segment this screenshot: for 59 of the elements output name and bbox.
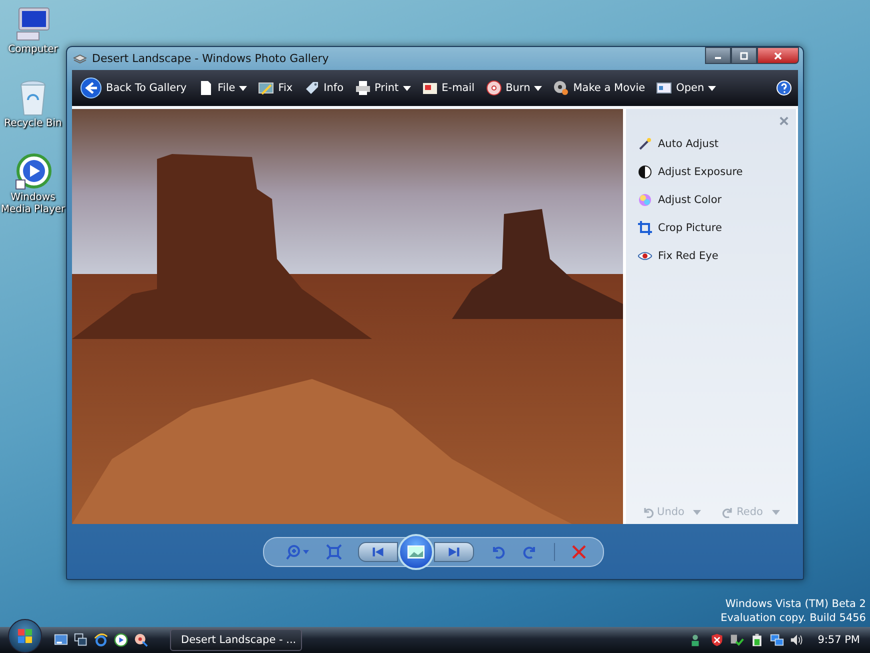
toolbar-button[interactable]: Open <box>652 78 720 98</box>
fix-option[interactable]: Crop Picture <box>636 217 796 239</box>
help-icon[interactable] <box>776 80 792 96</box>
maximize-icon <box>739 52 749 60</box>
fix-option[interactable]: Adjust Color <box>636 189 796 211</box>
toolbar-button[interactable]: Fix <box>254 78 297 98</box>
window-icon <box>656 80 672 96</box>
battery-icon[interactable] <box>750 633 764 647</box>
desktop-icon[interactable] <box>54 633 68 647</box>
toolbar-button[interactable]: Burn <box>482 78 546 98</box>
fix-option[interactable]: Adjust Exposure <box>636 161 796 183</box>
caret-icon <box>772 510 780 514</box>
start-button[interactable] <box>8 619 42 653</box>
next-icon <box>447 544 461 558</box>
fix-option[interactable]: Fix Red Eye <box>636 245 796 267</box>
toolbar-button[interactable]: Make a Movie <box>549 78 650 98</box>
undo-icon <box>642 506 654 518</box>
toolbar-button[interactable]: E-mail <box>418 78 479 98</box>
envelope-icon <box>422 80 438 96</box>
toolbar-button[interactable]: File <box>194 78 252 98</box>
toolbar-button[interactable]: Back To Gallery <box>76 75 191 101</box>
caret-icon <box>693 510 702 514</box>
toolbar-button[interactable]: Info <box>300 78 348 98</box>
media-player-icon[interactable] <box>13 152 53 192</box>
volume-icon[interactable] <box>790 633 804 647</box>
windows-flag-icon <box>15 626 35 646</box>
close-icon <box>778 115 790 127</box>
fix-option[interactable]: Auto Adjust <box>636 133 796 155</box>
taskbar-button[interactable]: Desert Landscape - ... <box>170 629 302 651</box>
close-icon <box>773 52 783 60</box>
tag-icon <box>304 80 320 96</box>
half-circle-icon <box>638 165 652 179</box>
photo-stack-icon <box>73 52 87 66</box>
minimize-button[interactable] <box>705 47 731 64</box>
eye-icon <box>638 249 652 263</box>
magic-wand-icon <box>638 137 652 151</box>
shield-icon[interactable] <box>710 633 724 647</box>
picture-pencil-icon <box>258 80 274 96</box>
toolbar-button[interactable]: Print <box>350 78 415 98</box>
checkmark-icon[interactable] <box>730 633 744 647</box>
next-button[interactable] <box>434 542 474 562</box>
crop-icon <box>638 221 652 235</box>
media-player-icon[interactable] <box>114 633 128 647</box>
slideshow-button[interactable] <box>398 534 434 570</box>
desktop-notice-text: Evaluation copy. Build 5456 <box>720 611 866 625</box>
clock[interactable]: 9:57 PM <box>818 634 860 646</box>
disc-icon <box>486 80 502 96</box>
color-wheel-icon <box>638 193 652 207</box>
picture-icon <box>407 544 425 558</box>
network-icon[interactable] <box>770 633 784 647</box>
redo-icon <box>722 506 734 518</box>
windows-stack-icon[interactable] <box>74 633 88 647</box>
maximize-button[interactable] <box>731 47 757 64</box>
printer-icon <box>354 80 370 96</box>
window-title: Desert Landscape - Windows Photo Gallery <box>92 52 329 65</box>
close-button[interactable] <box>757 47 799 64</box>
previous-icon <box>371 544 385 558</box>
desktop-notice-text: Windows Vista (TM) Beta 2 <box>725 597 866 611</box>
previous-button[interactable] <box>358 542 398 562</box>
